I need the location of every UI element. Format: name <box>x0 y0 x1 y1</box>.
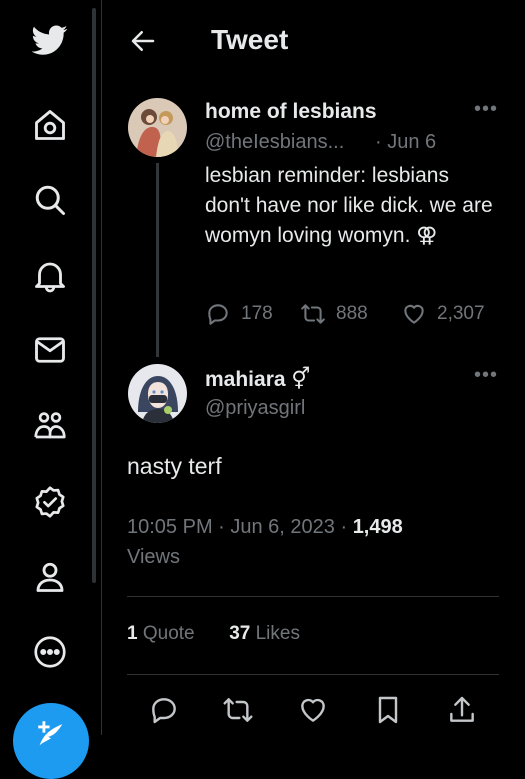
main-tweet-author-name[interactable]: mahiara ⚥ <box>205 367 310 392</box>
reply-icon <box>208 304 228 325</box>
profile-person-icon[interactable] <box>30 557 70 597</box>
heart-icon <box>404 304 424 324</box>
main-tweet-more-button[interactable]: ••• <box>474 364 498 387</box>
share-icon <box>450 696 474 722</box>
communities-icon[interactable] <box>30 405 70 445</box>
parent-retweet-count: 888 <box>336 303 368 324</box>
likes-count: 37 <box>229 623 251 644</box>
likes-label: Likes <box>255 623 300 644</box>
parent-like-count: 2,307 <box>437 303 485 324</box>
tweet-timestamp[interactable]: 10:05 PM · Jun 6, 2023 · <box>127 516 353 538</box>
bookmark-icon <box>378 696 398 724</box>
sidebar-divider <box>101 0 102 735</box>
gender-symbol-icon: ⚥ <box>291 368 311 391</box>
like-button[interactable] <box>297 694 329 726</box>
quotes-label: Quote <box>142 623 195 644</box>
main-tweet-avatar[interactable] <box>128 364 187 423</box>
back-arrow-icon <box>131 31 155 51</box>
parent-tweet-more-button[interactable]: ••• <box>474 98 498 121</box>
parent-tweet-author-name[interactable]: home of lesbians <box>205 100 377 124</box>
tweet-timestamp-and-views: 10:05 PM · Jun 6, 2023 · 1,498 Views <box>127 512 487 572</box>
thread-connector-line <box>156 163 159 357</box>
main-tweet-author-name-text: mahiara <box>205 368 286 391</box>
parent-like-button[interactable]: 2,307 <box>401 301 485 327</box>
share-button[interactable] <box>446 694 478 726</box>
retweet-button[interactable] <box>222 694 254 726</box>
home-icon[interactable] <box>30 105 70 145</box>
bookmark-button[interactable] <box>372 694 404 726</box>
compose-feather-icon <box>38 721 63 746</box>
explore-search-icon[interactable] <box>30 180 70 220</box>
retweet-icon <box>301 304 325 324</box>
sidebar-scrollbar[interactable] <box>92 8 96 583</box>
notifications-bell-icon[interactable] <box>30 256 70 296</box>
parent-tweet-date[interactable]: · Jun 6 <box>375 131 436 154</box>
divider <box>127 674 499 675</box>
messages-envelope-icon[interactable] <box>30 330 70 370</box>
parent-reply-count: 178 <box>241 303 273 324</box>
parent-reply-button[interactable]: 178 <box>205 301 273 327</box>
tweet-stats: 1 Quote 37 Likes <box>127 623 300 645</box>
verified-badge-icon[interactable] <box>30 482 70 522</box>
reply-icon <box>152 698 176 724</box>
back-arrow-button[interactable] <box>128 26 158 56</box>
retweet-icon <box>223 698 253 722</box>
twitter-logo-icon[interactable] <box>30 20 70 60</box>
likes-link[interactable]: 37 Likes <box>229 623 300 644</box>
views-count: 1,498 <box>352 516 403 538</box>
parent-tweet-text: lesbian reminder: lesbians don't have no… <box>205 164 493 247</box>
reply-button[interactable] <box>148 694 180 726</box>
quotes-count: 1 <box>127 623 138 644</box>
divider <box>127 596 499 597</box>
parent-tweet-author-handle[interactable]: @theIesbians... <box>205 131 344 154</box>
main-tweet-author-handle[interactable]: @priyasgirl <box>205 397 305 420</box>
parent-tweet-avatar[interactable] <box>128 98 187 157</box>
page-title: Tweet <box>211 24 289 55</box>
quotes-link[interactable]: 1 Quote <box>127 623 195 644</box>
views-label: Views <box>127 546 180 568</box>
parent-retweet-button[interactable]: 888 <box>300 301 368 327</box>
main-tweet-text: nasty terf <box>127 453 222 479</box>
heart-icon <box>301 698 325 722</box>
more-options-circle-icon[interactable] <box>30 632 70 672</box>
compose-tweet-button[interactable] <box>13 703 89 779</box>
